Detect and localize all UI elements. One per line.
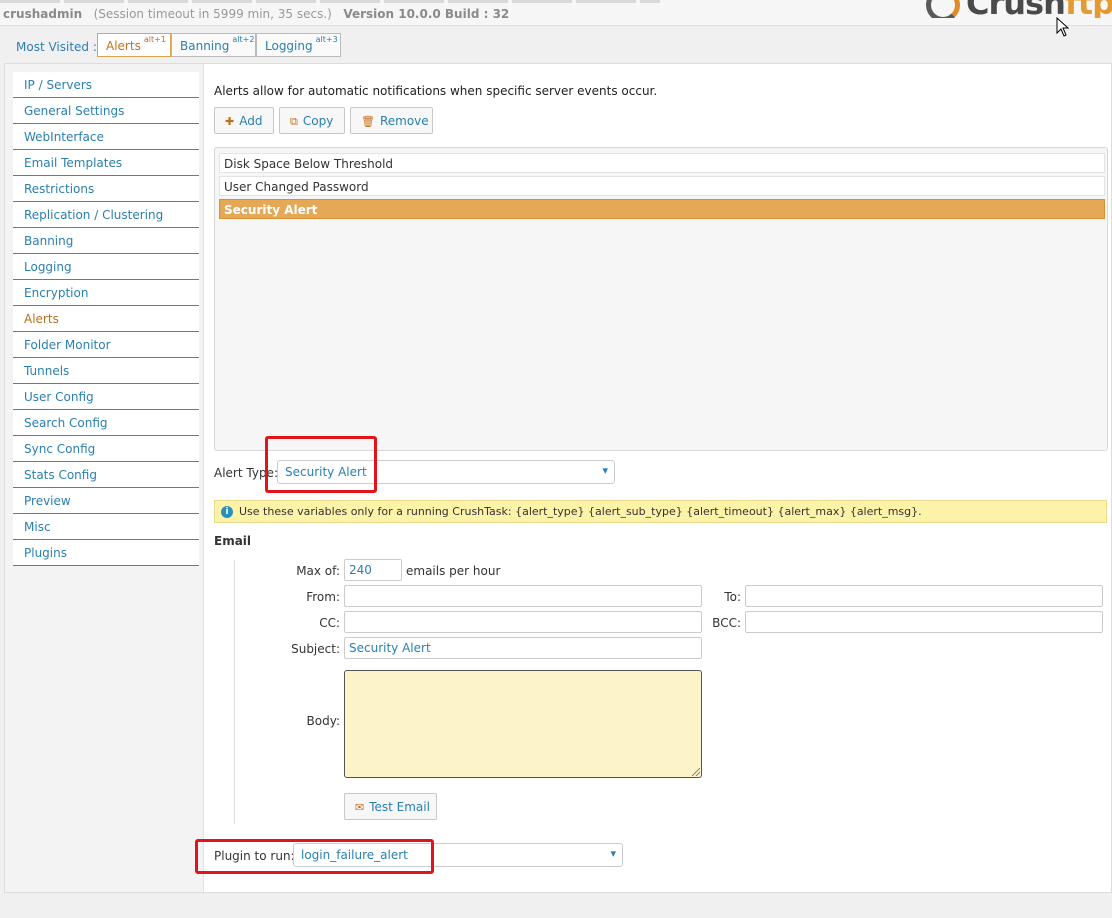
sidebar-item-preview[interactable]: Preview	[13, 488, 199, 514]
alerts-list: Disk Space Below Threshold User Changed …	[214, 147, 1108, 451]
test-email-button[interactable]: ✉ Test Email	[344, 793, 437, 820]
logo-ring-icon	[926, 0, 960, 18]
sidebar-item-alerts[interactable]: Alerts	[13, 306, 199, 332]
sidebar-item-email-templates[interactable]: Email Templates	[13, 150, 199, 176]
sidebar-item-tunnels[interactable]: Tunnels	[13, 358, 199, 384]
most-visited-tab-logging[interactable]: Logging alt+3	[256, 33, 341, 57]
sidebar-item-restrictions[interactable]: Restrictions	[13, 176, 199, 202]
alert-list-item-security-alert[interactable]: Security Alert	[219, 199, 1105, 219]
sidebar-item-webinterface[interactable]: WebInterface	[13, 124, 199, 150]
add-alert-button[interactable]: ✚ Add	[214, 107, 274, 134]
copy-alert-button[interactable]: ⧉ Copy	[279, 107, 345, 134]
sidebar-item-logging[interactable]: Logging	[13, 254, 199, 280]
mouse-cursor-icon	[1056, 17, 1070, 37]
trash-icon: 🗑	[361, 115, 375, 128]
emails-per-hour-label: emails per hour	[406, 564, 501, 578]
session-info: crushadmin (Session timeout in 5999 min,…	[3, 7, 509, 21]
version-text: Version 10.0.0 Build : 32	[343, 7, 510, 21]
info-icon: i	[221, 506, 233, 518]
cc-label: CC:	[319, 616, 340, 630]
sidebar-item-general-settings[interactable]: General Settings	[13, 98, 199, 124]
session-timeout: (Session timeout in 5999 min, 35 secs.)	[93, 7, 332, 21]
max-emails-input[interactable]: 240	[344, 559, 402, 581]
subject-input[interactable]: Security Alert	[344, 637, 702, 659]
top-bar: crushadmin (Session timeout in 5999 min,…	[0, 0, 1112, 37]
sidebar-item-misc[interactable]: Misc	[13, 514, 199, 540]
subject-label: Subject:	[291, 642, 340, 656]
plugin-select[interactable]: login_failure_alert ▾	[293, 843, 623, 867]
variables-info-bar: i Use these variables only for a running…	[214, 500, 1107, 523]
sidebar-item-folder-monitor[interactable]: Folder Monitor	[13, 332, 199, 358]
main-panel: IP / Servers General Settings WebInterfa…	[4, 63, 1112, 893]
envelope-icon: ✉	[355, 801, 365, 814]
sidebar-item-stats-config[interactable]: Stats Config	[13, 462, 199, 488]
email-section-divider	[234, 560, 235, 824]
most-visited-tab-banning[interactable]: Banning alt+2	[171, 33, 256, 57]
remove-alert-button[interactable]: 🗑 Remove	[350, 107, 433, 134]
resize-grip-icon[interactable]	[692, 768, 700, 776]
cc-input[interactable]	[344, 611, 702, 633]
body-label: Body:	[306, 714, 340, 728]
to-label: To:	[724, 590, 741, 604]
logo-wordmark: Crushftp	[966, 0, 1112, 18]
alerts-intro-text: Alerts allow for automatic notifications…	[214, 84, 658, 98]
to-input[interactable]	[745, 585, 1103, 607]
plus-icon: ✚	[225, 115, 235, 128]
most-visited-tab-alerts[interactable]: Alerts alt+1	[97, 33, 171, 57]
sidebar-item-banning[interactable]: Banning	[13, 228, 199, 254]
sidebar-item-user-config[interactable]: User Config	[13, 384, 199, 410]
crushftp-logo: Crushftp	[922, 0, 1112, 18]
sidebar-item-replication-clustering[interactable]: Replication / Clustering	[13, 202, 199, 228]
sidebar-item-sync-config[interactable]: Sync Config	[13, 436, 199, 462]
sidebar-item-ip-servers[interactable]: IP / Servers	[13, 72, 199, 98]
sidebar-item-encryption[interactable]: Encryption	[13, 280, 199, 306]
email-section-title: Email	[214, 534, 252, 548]
copy-icon: ⧉	[290, 115, 298, 128]
chevron-down-icon: ▾	[602, 464, 608, 477]
alert-type-select[interactable]: Security Alert ▾	[277, 460, 615, 484]
alert-list-item-disk-space[interactable]: Disk Space Below Threshold	[219, 153, 1105, 173]
plugin-to-run-label: Plugin to run:	[214, 849, 295, 863]
top-tab-strip	[0, 0, 660, 3]
bcc-label: BCC:	[712, 616, 741, 630]
sidebar: IP / Servers General Settings WebInterfa…	[13, 72, 199, 566]
sidebar-item-search-config[interactable]: Search Config	[13, 410, 199, 436]
bcc-input[interactable]	[745, 611, 1103, 633]
from-input[interactable]	[344, 585, 702, 607]
sidebar-item-plugins[interactable]: Plugins	[13, 540, 199, 566]
alert-list-item-user-changed-password[interactable]: User Changed Password	[219, 176, 1105, 196]
most-visited-label: Most Visited :	[16, 40, 97, 54]
max-of-label: Max of:	[296, 564, 340, 578]
alert-type-label: Alert Type:	[214, 466, 278, 480]
body-textarea[interactable]	[344, 670, 702, 778]
username: crushadmin	[3, 7, 83, 21]
chevron-down-icon: ▾	[610, 847, 616, 860]
from-label: From:	[306, 590, 340, 604]
alerts-content: Alerts allow for automatic notifications…	[195, 64, 1109, 892]
